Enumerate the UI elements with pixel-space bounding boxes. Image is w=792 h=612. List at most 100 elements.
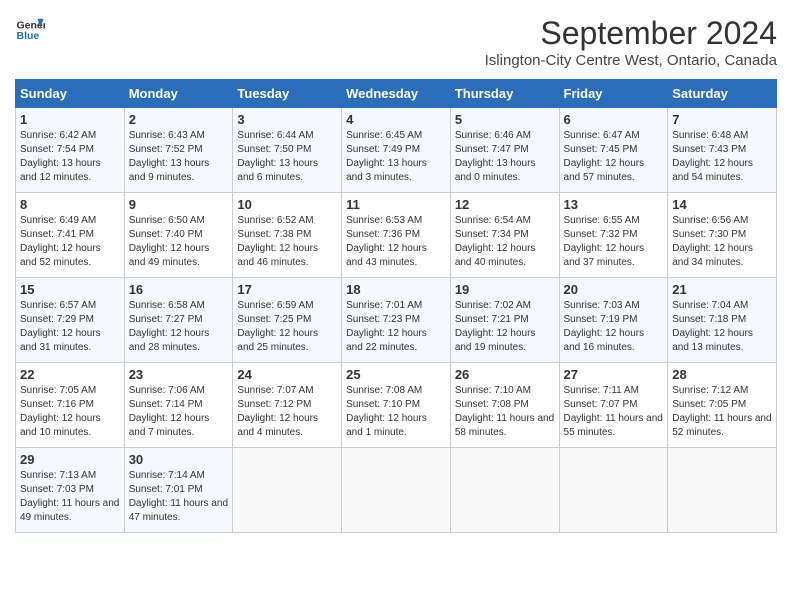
day-number: 7 [672,112,772,127]
calendar-cell: 3 Sunrise: 6:44 AMSunset: 7:50 PMDaylight… [233,108,342,193]
svg-text:Blue: Blue [17,30,40,42]
calendar-week-3: 15 Sunrise: 6:57 AMSunset: 7:29 PMDayligh… [16,278,777,363]
day-info: Sunrise: 7:08 AMSunset: 7:10 PMDaylight:… [346,384,446,440]
calendar-cell: 5 Sunrise: 6:46 AMSunset: 7:47 PMDaylight… [450,108,559,193]
day-info: Sunrise: 6:43 AMSunset: 7:52 PMDaylight:… [129,129,229,185]
day-info: Sunrise: 7:06 AMSunset: 7:14 PMDaylight:… [129,384,229,440]
calendar-cell: 21 Sunrise: 7:04 AMSunset: 7:18 PMDayligh… [668,278,777,363]
calendar-cell: 2Sunrise: 6:43 AMSunset: 7:52 PMDaylight… [124,108,233,193]
header-saturday: Saturday [668,80,777,108]
calendar-cell [559,448,668,533]
calendar-cell: 10 Sunrise: 6:52 AMSunset: 7:38 PMDayligh… [233,193,342,278]
day-number: 4 [346,112,446,127]
day-number: 8 [20,197,120,212]
header-tuesday: Tuesday [233,80,342,108]
day-info: Sunrise: 7:12 AMSunset: 7:05 PMDaylight:… [672,384,772,440]
calendar-cell: 23 Sunrise: 7:06 AMSunset: 7:14 PMDayligh… [124,363,233,448]
calendar-table: SundayMondayTuesdayWednesdayThursdayFrid… [15,79,777,533]
title-area: September 2024 Islington-City Centre Wes… [485,15,777,69]
day-info: Sunrise: 6:45 AMSunset: 7:49 PMDaylight:… [346,129,446,185]
day-number: 30 [129,452,229,467]
day-info: Sunrise: 7:04 AMSunset: 7:18 PMDaylight:… [672,299,772,355]
day-number: 21 [672,282,772,297]
calendar-week-5: 29 Sunrise: 7:13 AMSunset: 7:03 PMDayligh… [16,448,777,533]
calendar-cell: 19 Sunrise: 7:02 AMSunset: 7:21 PMDayligh… [450,278,559,363]
day-info: Sunrise: 7:13 AMSunset: 7:03 PMDaylight:… [20,469,120,525]
day-number: 19 [455,282,555,297]
day-info: Sunrise: 7:07 AMSunset: 7:12 PMDaylight:… [237,384,337,440]
calendar-cell: 12 Sunrise: 6:54 AMSunset: 7:34 PMDayligh… [450,193,559,278]
day-number: 3 [237,112,337,127]
day-number: 5 [455,112,555,127]
day-info: Sunrise: 6:46 AMSunset: 7:47 PMDaylight:… [455,129,555,185]
header-friday: Friday [559,80,668,108]
day-number: 9 [129,197,229,212]
calendar-cell: 30Sunrise: 7:14 AMSunset: 7:01 PMDayligh… [124,448,233,533]
day-info: Sunrise: 6:54 AMSunset: 7:34 PMDaylight:… [455,214,555,270]
day-number: 15 [20,282,120,297]
day-number: 13 [564,197,664,212]
calendar-cell [233,448,342,533]
day-info: Sunrise: 6:53 AMSunset: 7:36 PMDaylight:… [346,214,446,270]
calendar-cell: 14 Sunrise: 6:56 AMSunset: 7:30 PMDayligh… [668,193,777,278]
day-info: Sunrise: 7:02 AMSunset: 7:21 PMDaylight:… [455,299,555,355]
calendar-cell: 16 Sunrise: 6:58 AMSunset: 7:27 PMDayligh… [124,278,233,363]
day-number: 29 [20,452,120,467]
calendar-cell: 17 Sunrise: 6:59 AMSunset: 7:25 PMDayligh… [233,278,342,363]
day-info: Sunrise: 6:55 AMSunset: 7:32 PMDaylight:… [564,214,664,270]
day-number: 1 [20,112,120,127]
day-info: Sunrise: 6:58 AMSunset: 7:27 PMDaylight:… [129,299,229,355]
day-number: 16 [129,282,229,297]
day-info: Sunrise: 6:56 AMSunset: 7:30 PMDaylight:… [672,214,772,270]
day-info: Sunrise: 7:03 AMSunset: 7:19 PMDaylight:… [564,299,664,355]
day-number: 14 [672,197,772,212]
day-number: 24 [237,367,337,382]
header-sunday: Sunday [16,80,125,108]
page-title: September 2024 [485,15,777,52]
calendar-cell: 26Sunrise: 7:10 AMSunset: 7:08 PMDayligh… [450,363,559,448]
logo-icon: General Blue [15,15,45,45]
day-info: Sunrise: 6:49 AMSunset: 7:41 PMDaylight:… [20,214,120,270]
day-number: 17 [237,282,337,297]
day-number: 23 [129,367,229,382]
calendar-cell: 22Sunrise: 7:05 AMSunset: 7:16 PMDayligh… [16,363,125,448]
day-info: Sunrise: 6:47 AMSunset: 7:45 PMDaylight:… [564,129,664,185]
day-info: Sunrise: 6:50 AMSunset: 7:40 PMDaylight:… [129,214,229,270]
calendar-cell: 25Sunrise: 7:08 AMSunset: 7:10 PMDayligh… [342,363,451,448]
calendar-cell [342,448,451,533]
day-info: Sunrise: 6:52 AMSunset: 7:38 PMDaylight:… [237,214,337,270]
logo: General Blue [15,15,45,45]
day-number: 20 [564,282,664,297]
calendar-cell [668,448,777,533]
day-info: Sunrise: 6:57 AMSunset: 7:29 PMDaylight:… [20,299,120,355]
header-wednesday: Wednesday [342,80,451,108]
calendar-cell: 11 Sunrise: 6:53 AMSunset: 7:36 PMDayligh… [342,193,451,278]
day-info: Sunrise: 7:05 AMSunset: 7:16 PMDaylight:… [20,384,120,440]
calendar-header-row: SundayMondayTuesdayWednesdayThursdayFrid… [16,80,777,108]
calendar-week-2: 8 Sunrise: 6:49 AMSunset: 7:41 PMDaylight… [16,193,777,278]
day-info: Sunrise: 7:01 AMSunset: 7:23 PMDaylight:… [346,299,446,355]
day-number: 10 [237,197,337,212]
day-number: 27 [564,367,664,382]
day-number: 28 [672,367,772,382]
calendar-cell: 28 Sunrise: 7:12 AMSunset: 7:05 PMDayligh… [668,363,777,448]
calendar-cell: 18 Sunrise: 7:01 AMSunset: 7:23 PMDayligh… [342,278,451,363]
header-thursday: Thursday [450,80,559,108]
page-header: General Blue September 2024 Islington-Ci… [15,15,777,69]
day-info: Sunrise: 6:48 AMSunset: 7:43 PMDaylight:… [672,129,772,185]
day-info: Sunrise: 7:11 AMSunset: 7:07 PMDaylight:… [564,384,664,440]
calendar-cell: 13 Sunrise: 6:55 AMSunset: 7:32 PMDayligh… [559,193,668,278]
day-info: Sunrise: 6:59 AMSunset: 7:25 PMDaylight:… [237,299,337,355]
day-number: 11 [346,197,446,212]
calendar-week-1: 1 Sunrise: 6:42 AMSunset: 7:54 PMDaylight… [16,108,777,193]
day-info: Sunrise: 6:44 AMSunset: 7:50 PMDaylight:… [237,129,337,185]
calendar-cell: 27 Sunrise: 7:11 AMSunset: 7:07 PMDayligh… [559,363,668,448]
day-number: 12 [455,197,555,212]
calendar-cell: 1 Sunrise: 6:42 AMSunset: 7:54 PMDaylight… [16,108,125,193]
calendar-cell: 29 Sunrise: 7:13 AMSunset: 7:03 PMDayligh… [16,448,125,533]
calendar-cell: 4 Sunrise: 6:45 AMSunset: 7:49 PMDaylight… [342,108,451,193]
day-number: 18 [346,282,446,297]
day-info: Sunrise: 6:42 AMSunset: 7:54 PMDaylight:… [20,129,120,185]
calendar-cell: 15 Sunrise: 6:57 AMSunset: 7:29 PMDayligh… [16,278,125,363]
calendar-cell: 7 Sunrise: 6:48 AMSunset: 7:43 PMDaylight… [668,108,777,193]
